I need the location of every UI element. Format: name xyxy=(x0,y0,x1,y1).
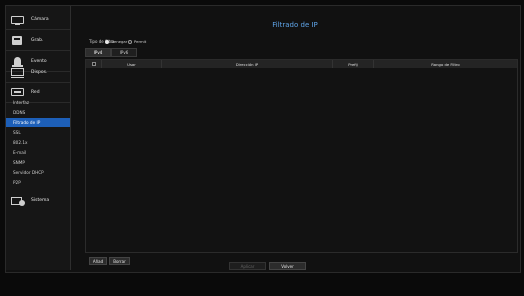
back-button[interactable]: Volver xyxy=(269,262,306,270)
sidebar-item-snmp[interactable]: SNMP xyxy=(6,158,70,167)
sidebar-item-label: Red xyxy=(31,90,40,95)
sidebar-item-ssl[interactable]: SSL xyxy=(6,128,70,137)
sidebar: Cámara Grab. Evento Dispos. Red Interfaz… xyxy=(6,6,71,270)
sidebar-item-label: Sistema xyxy=(31,198,50,203)
tab-ipv4[interactable]: IPv4 xyxy=(85,48,111,57)
sidebar-item-ip-filtering[interactable]: Filtrado de IP xyxy=(6,118,70,127)
column-header-filter-range: Rango de Filtro xyxy=(431,61,460,67)
sidebar-item-dhcp-server[interactable]: Servidor DHCP xyxy=(6,168,70,177)
sidebar-item-label: Grab. xyxy=(31,38,44,43)
add-button[interactable]: Añad xyxy=(89,257,107,265)
sidebar-item-system[interactable]: Sistema xyxy=(6,191,70,210)
filter-permit-radio[interactable]: Permit xyxy=(128,39,146,44)
select-all-cell xyxy=(86,60,102,68)
camera-icon xyxy=(11,15,25,25)
column-header-prefix: Prefij xyxy=(333,60,374,68)
network-icon xyxy=(11,87,25,98)
sidebar-item-label: Dispos. xyxy=(31,70,48,75)
column-header-ip-address: Dirección IP xyxy=(162,60,333,68)
sidebar-item-8021x[interactable]: 802.1x xyxy=(6,138,70,147)
sidebar-item-ddns[interactable]: DDNS xyxy=(6,108,70,117)
system-icon xyxy=(11,196,25,206)
sidebar-item-p2p[interactable]: P2P xyxy=(6,178,70,187)
page-title: Filtrado de IP xyxy=(272,21,318,29)
ip-filter-table: Usar Dirección IP Prefij Rango de Filtro xyxy=(85,59,518,253)
radio-label: Permit xyxy=(134,39,147,44)
record-icon xyxy=(11,35,25,46)
select-all-checkbox[interactable] xyxy=(91,62,96,66)
sidebar-item-label: Cámara xyxy=(31,17,49,22)
sidebar-item-record[interactable]: Grab. xyxy=(6,31,70,51)
radio-unselected-icon xyxy=(128,39,132,44)
apply-button[interactable]: Aplicar xyxy=(229,262,266,270)
ip-version-tabs: IPv4 IPv6 xyxy=(85,48,137,57)
sidebar-item-device[interactable]: Dispos. xyxy=(6,63,70,83)
delete-button[interactable]: Borrar xyxy=(109,257,130,265)
sidebar-item-interfaz[interactable]: Interfaz xyxy=(6,98,70,107)
device-icon xyxy=(11,67,25,78)
column-header-use: Usar xyxy=(102,60,162,68)
filter-deny-radio[interactable]: Denegar xyxy=(105,39,127,44)
tab-ipv6[interactable]: IPv6 xyxy=(111,48,137,57)
table-header: Usar Dirección IP Prefij Rango de Filtro xyxy=(86,60,517,68)
main-content: Filtrado de IP Tipo de filtro Denegar Pe… xyxy=(72,6,518,270)
sidebar-item-email[interactable]: E-mail xyxy=(6,148,70,157)
radio-selected-icon xyxy=(105,39,109,44)
sidebar-item-camera[interactable]: Cámara xyxy=(6,10,70,30)
radio-label: Denegar xyxy=(111,39,128,44)
